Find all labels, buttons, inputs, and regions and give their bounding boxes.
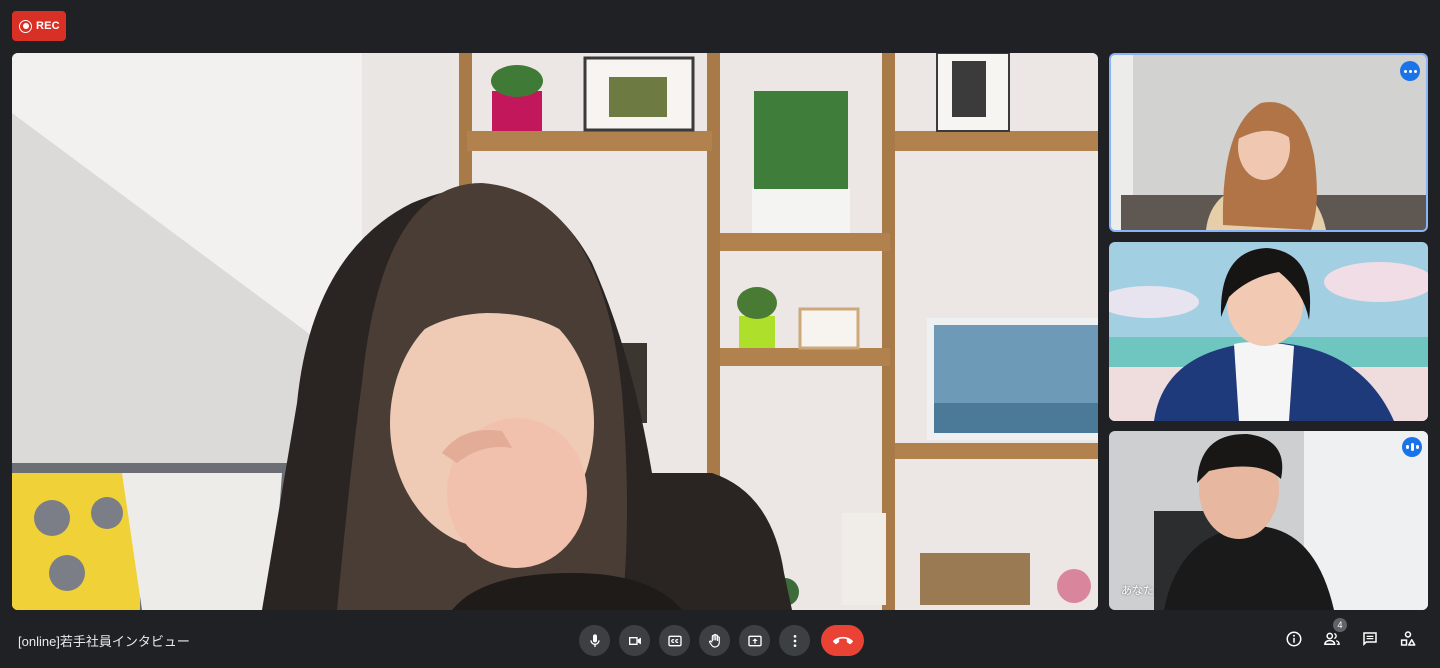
side-panel-controls: 4 — [1284, 618, 1418, 649]
record-icon — [19, 19, 32, 33]
meeting-details-button[interactable] — [1284, 629, 1304, 649]
people-button[interactable]: 4 — [1322, 618, 1347, 649]
captions-button[interactable] — [659, 625, 690, 656]
people-icon — [1324, 632, 1340, 645]
participant-tile-self[interactable]: あなた — [1109, 431, 1428, 610]
microphone-button[interactable] — [579, 625, 610, 656]
self-video-feed — [1109, 431, 1428, 610]
participant-2-video-feed — [1109, 242, 1428, 421]
hangup-icon — [832, 636, 853, 644]
recording-label: REC — [36, 20, 60, 32]
hand-icon — [708, 633, 720, 648]
present-screen-icon — [747, 635, 762, 646]
participant-tile-2[interactable] — [1109, 242, 1428, 421]
call-controls — [579, 625, 864, 656]
participant-name: あなた — [1121, 585, 1154, 597]
meeting-title: [online]若手社員インタビュー — [18, 634, 190, 649]
camera-button[interactable] — [619, 625, 650, 656]
info-icon — [1286, 631, 1302, 647]
raise-hand-button[interactable] — [699, 625, 730, 656]
main-video-tile[interactable] — [12, 53, 1098, 610]
people-count-badge: 4 — [1333, 618, 1347, 632]
main-video-feed — [12, 53, 1098, 610]
mic-icon — [589, 633, 600, 647]
activities-icon — [1400, 631, 1416, 646]
chat-button[interactable] — [1360, 629, 1380, 649]
participant-1-video-feed — [1111, 55, 1426, 230]
more-options-button[interactable] — [779, 625, 810, 656]
more-vert-icon — [793, 634, 796, 647]
meet-window: REC あなた [online]若手社員インタビュー 4 — [0, 0, 1440, 668]
activities-button[interactable] — [1398, 629, 1418, 649]
participant-tile-1[interactable] — [1109, 53, 1428, 232]
video-camera-icon — [628, 636, 641, 645]
more-options-icon[interactable] — [1400, 61, 1420, 81]
closed-captions-icon — [667, 635, 682, 646]
recording-indicator: REC — [12, 11, 66, 41]
leave-call-button[interactable] — [821, 625, 864, 656]
present-button[interactable] — [739, 625, 770, 656]
audio-level-icon — [1402, 437, 1422, 457]
chat-icon — [1363, 632, 1377, 647]
